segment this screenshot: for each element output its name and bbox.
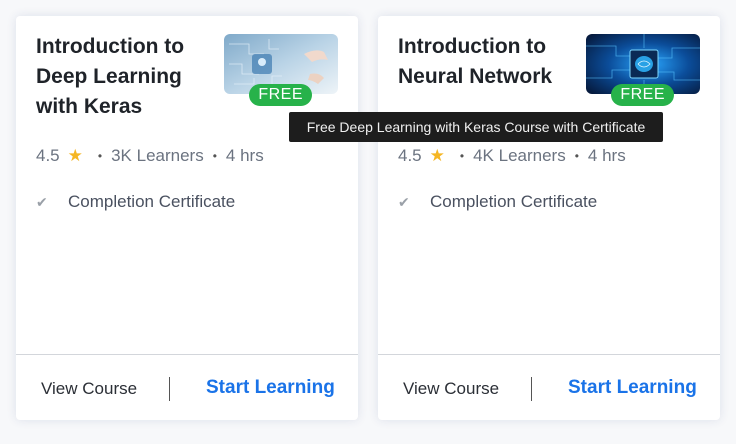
check-icon: ✔ bbox=[36, 193, 48, 210]
dot-separator: • bbox=[574, 149, 579, 163]
dot-separator: • bbox=[212, 149, 217, 163]
course-duration: 4 hrs bbox=[587, 146, 626, 165]
rating-value: 4.5 bbox=[398, 146, 422, 165]
course-title[interactable]: Introduction to Neural Network bbox=[398, 32, 578, 92]
dot-separator: • bbox=[97, 149, 103, 163]
feature-item: ✔ Completion Certificate bbox=[398, 192, 597, 212]
free-badge: FREE bbox=[611, 84, 674, 106]
check-icon: ✔ bbox=[398, 193, 410, 210]
course-duration: 4 hrs bbox=[225, 146, 264, 165]
footer-separator bbox=[531, 377, 532, 401]
card-footer: View Course Start Learning bbox=[378, 355, 720, 420]
footer-separator bbox=[169, 377, 170, 401]
rating-value: 4.5 bbox=[36, 146, 60, 165]
course-title-tooltip: Free Deep Learning with Keras Course wit… bbox=[289, 112, 663, 142]
feature-label: Completion Certificate bbox=[430, 192, 598, 211]
course-title[interactable]: Introduction to Deep Learning with Keras bbox=[36, 32, 216, 122]
view-course-link[interactable]: View Course bbox=[403, 379, 499, 399]
start-learning-button[interactable]: Start Learning bbox=[568, 377, 697, 399]
feature-item: ✔ Completion Certificate bbox=[36, 192, 235, 212]
course-card-neural-network[interactable]: Introduction to Neural Network FREE 4.5 bbox=[378, 16, 720, 420]
course-meta: 4.5 ★ • 4K Learners • 4 hrs bbox=[398, 146, 626, 166]
start-learning-button[interactable]: Start Learning bbox=[206, 377, 335, 399]
card-footer: View Course Start Learning bbox=[16, 355, 358, 420]
course-meta: 4.5 ★ • 3K Learners • 4 hrs bbox=[36, 146, 264, 166]
course-card-deep-learning-keras[interactable]: Introduction to Deep Learning with Keras… bbox=[16, 16, 358, 420]
feature-label: Completion Certificate bbox=[68, 192, 236, 211]
star-icon: ★ bbox=[429, 146, 445, 165]
view-course-link[interactable]: View Course bbox=[41, 379, 137, 399]
star-icon: ★ bbox=[67, 146, 83, 165]
learners-count: 3K Learners bbox=[111, 146, 204, 165]
free-badge: FREE bbox=[249, 84, 312, 106]
learners-count: 4K Learners bbox=[473, 146, 566, 165]
dot-separator: • bbox=[459, 149, 465, 163]
